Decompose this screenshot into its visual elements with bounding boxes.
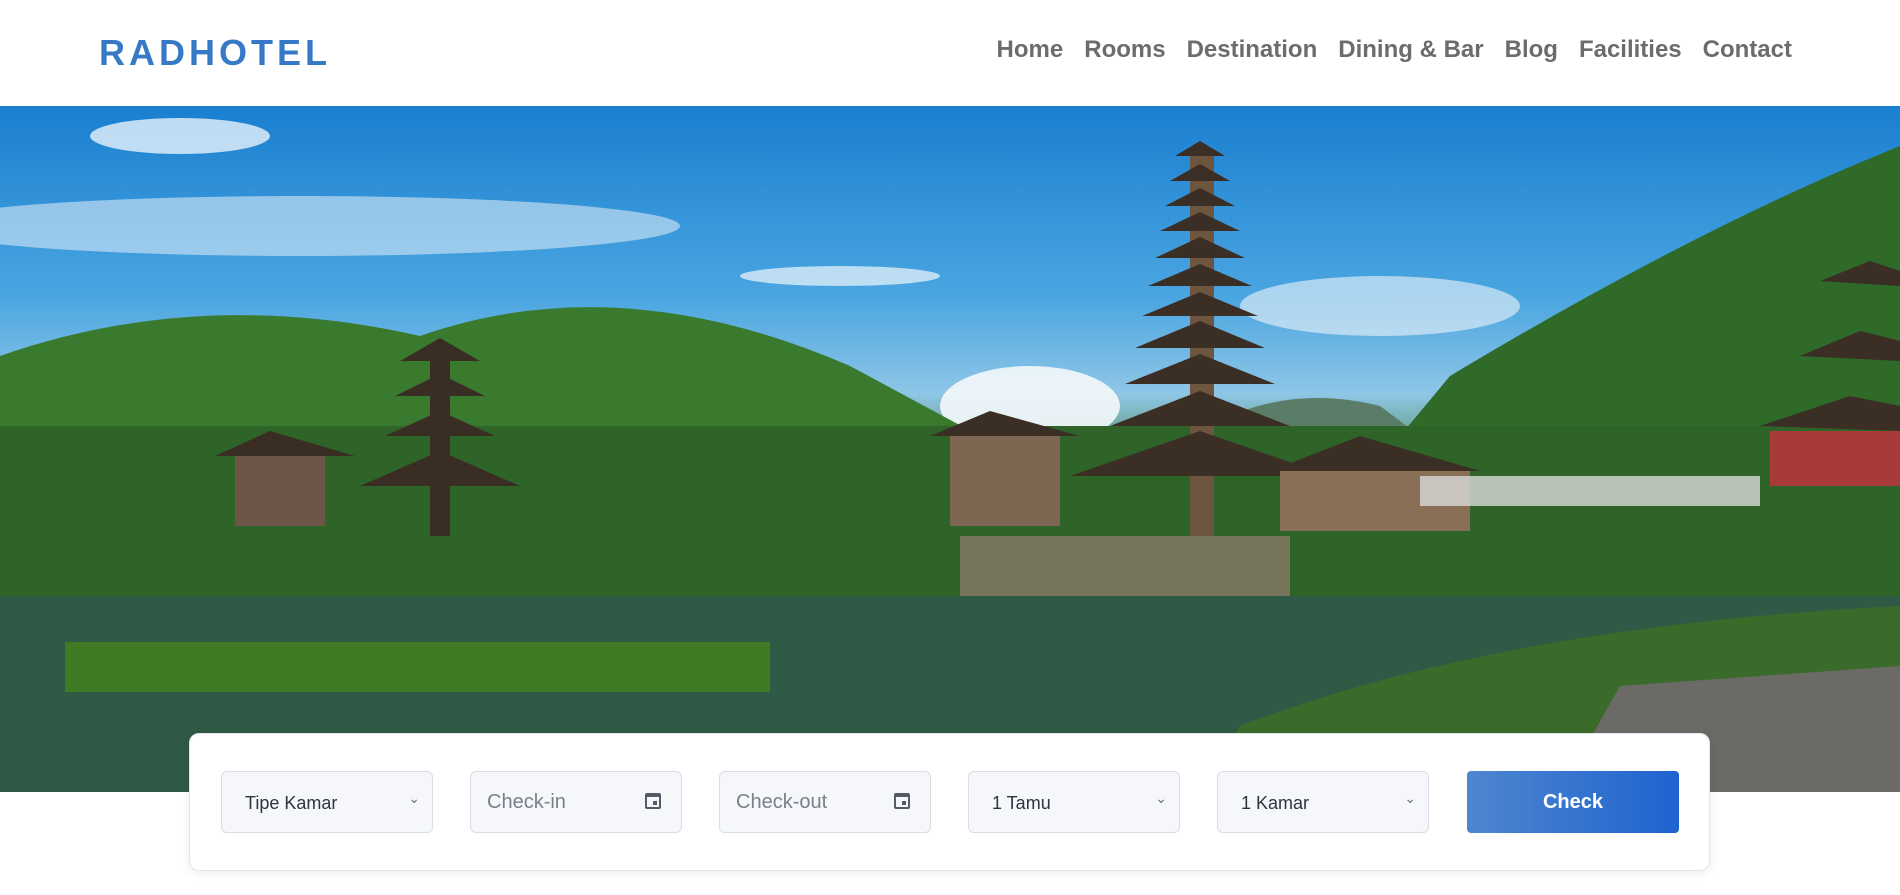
chevron-down-icon: ⌄ bbox=[1155, 790, 1167, 806]
calendar-icon[interactable] bbox=[894, 793, 910, 809]
nav-facilities[interactable]: Facilities bbox=[1579, 36, 1682, 64]
checkout-input[interactable]: Check-out bbox=[719, 771, 931, 833]
checkin-placeholder: Check-in bbox=[487, 791, 566, 813]
guests-value: 1 Tamu bbox=[992, 793, 1051, 813]
nav-blog[interactable]: Blog bbox=[1505, 36, 1558, 64]
room-type-select[interactable]: Tipe Kamar ⌄ bbox=[221, 771, 433, 833]
rooms-select[interactable]: 1 Kamar ⌄ bbox=[1217, 771, 1429, 833]
chevron-down-icon: ⌄ bbox=[408, 790, 420, 806]
site-logo[interactable]: RADHOTEL bbox=[99, 32, 331, 74]
checkout-placeholder: Check-out bbox=[736, 791, 828, 813]
check-button[interactable]: Check bbox=[1467, 771, 1679, 833]
navbar: RADHOTEL Home Rooms Destination Dining &… bbox=[0, 0, 1900, 106]
checkin-input[interactable]: Check-in bbox=[470, 771, 682, 833]
nav-home[interactable]: Home bbox=[997, 36, 1064, 64]
main-nav: Home Rooms Destination Dining & Bar Blog… bbox=[997, 36, 1792, 64]
booking-form: Tipe Kamar ⌄ Check-in Check-out 1 Tamu ⌄… bbox=[189, 733, 1710, 871]
nav-destination[interactable]: Destination bbox=[1187, 36, 1318, 64]
nav-contact[interactable]: Contact bbox=[1703, 36, 1792, 64]
guests-select[interactable]: 1 Tamu ⌄ bbox=[968, 771, 1180, 833]
nav-rooms[interactable]: Rooms bbox=[1084, 36, 1165, 64]
rooms-value: 1 Kamar bbox=[1241, 793, 1310, 813]
nav-dining-bar[interactable]: Dining & Bar bbox=[1338, 36, 1483, 64]
chevron-down-icon: ⌄ bbox=[1404, 790, 1416, 806]
hero-image bbox=[0, 106, 1900, 792]
calendar-icon[interactable] bbox=[645, 793, 661, 809]
lakeside-temple-illustration bbox=[0, 118, 1900, 792]
room-type-value: Tipe Kamar bbox=[245, 793, 338, 813]
